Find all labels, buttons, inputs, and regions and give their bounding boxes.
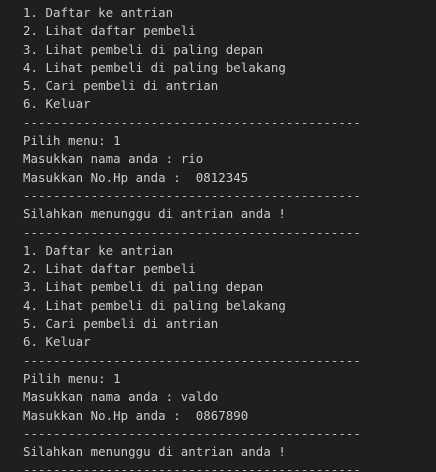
separator: ----------------------------------------…	[23, 425, 361, 441]
menu-item-cari: 5. Cari pembeli di antrian	[23, 316, 219, 332]
terminal-line: ~~~~~~~~~~~~~~~~~~~~~~~~~~~~~~~~~~~~~~~~…	[0, 0, 436, 3]
separator: ----------------------------------------…	[23, 114, 361, 130]
name-prompt: Masukkan nama anda : rio	[23, 151, 204, 167]
separator: ----------------------------------------…	[23, 352, 361, 368]
menu-choice-prompt: Pilih menu: 1	[23, 370, 121, 386]
menu-item-belakang: 4. Lihat pembeli di paling belakang	[23, 59, 286, 75]
phone-prompt: Masukkan No.Hp anda : 0812345	[23, 169, 249, 185]
terminal-cutoff-line: ~~~~~~~~~~~~~~~~~~~~~~~~~~~~~~~~~~~~~~~~…	[0, 0, 436, 3]
status-message: Silahkan menunggu di antrian anda !	[23, 444, 286, 460]
menu-item-depan: 3. Lihat pembeli di paling depan	[23, 41, 264, 57]
menu-item-lihat-daftar: 2. Lihat daftar pembeli	[23, 23, 196, 39]
status-message: Silahkan menunggu di antrian anda !	[23, 206, 286, 222]
menu-item-keluar: 6. Keluar	[23, 334, 91, 350]
separator: ----------------------------------------…	[23, 462, 361, 472]
menu-item-keluar: 6. Keluar	[23, 96, 91, 112]
menu-item-cari: 5. Cari pembeli di antrian	[23, 78, 219, 94]
separator: ----------------------------------------…	[23, 224, 361, 240]
phone-prompt: Masukkan No.Hp anda : 0867890	[23, 407, 249, 423]
terminal-output[interactable]: ~~~~~~~~~~~~~~~~~~~~~~~~~~~~~~~~~~~~~~~~…	[0, 0, 436, 472]
name-prompt: Masukkan nama anda : valdo	[23, 389, 219, 405]
terminal-lines: 1. Daftar ke antrian 2. Lihat daftar pem…	[23, 4, 436, 472]
menu-choice-prompt: Pilih menu: 1	[23, 133, 121, 149]
menu-item-lihat-daftar: 2. Lihat daftar pembeli	[23, 261, 196, 277]
menu-item-depan: 3. Lihat pembeli di paling depan	[23, 279, 264, 295]
menu-item-daftar: 1. Daftar ke antrian	[23, 5, 174, 20]
menu-item-daftar: 1. Daftar ke antrian	[23, 242, 174, 258]
menu-item-belakang: 4. Lihat pembeli di paling belakang	[23, 297, 286, 313]
separator: ----------------------------------------…	[23, 187, 361, 203]
